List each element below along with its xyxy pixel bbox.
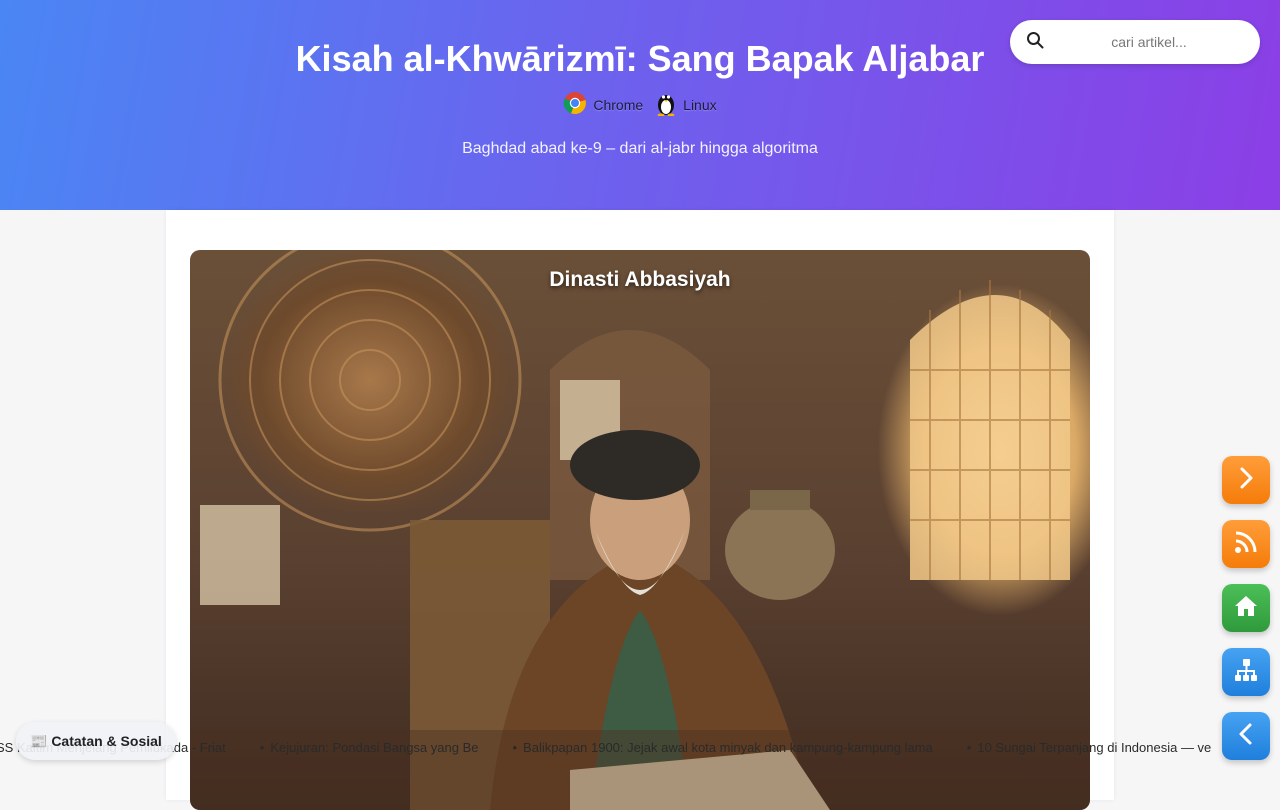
- search-icon[interactable]: [1026, 31, 1044, 54]
- env-chrome-label: Chrome: [593, 96, 644, 113]
- ticker-item[interactable]: • 10 Sungai Terpanjang di Indonesia — ve: [967, 740, 1212, 755]
- next-button[interactable]: [1222, 456, 1270, 504]
- home-icon: [1233, 594, 1259, 623]
- hero-caption: Dinasti Abbasiyah: [549, 268, 731, 291]
- rss-button[interactable]: [1222, 520, 1270, 568]
- news-ticker: SS Kaltim Menjelang Pemilukada - Friat •…: [0, 734, 1280, 760]
- page-subtitle: Baghdad abad ke-9 – dari al-jabr hingga …: [462, 140, 818, 157]
- hero-illustration: [190, 250, 1090, 810]
- search-input[interactable]: [1054, 33, 1244, 51]
- linux-tux-icon: [655, 90, 677, 119]
- page-header: Kisah al-Khwārizmī: Sang Bapak Aljabar C…: [0, 0, 1280, 210]
- environment-badges: Chrome Linux: [0, 90, 1280, 119]
- ticker-item[interactable]: • Balikpapan 1900: Jejak awal kota minyak…: [512, 740, 932, 755]
- ticker-item[interactable]: • Kejujuran: Pondasi Bangsa yang Be: [260, 740, 479, 755]
- main-content: Dinasti Abbasiyah: [166, 210, 1114, 810]
- env-linux: Linux: [655, 90, 717, 119]
- hero-image: Dinasti Abbasiyah: [190, 250, 1090, 810]
- env-linux-label: Linux: [683, 96, 717, 113]
- home-button[interactable]: [1222, 584, 1270, 632]
- rss-icon: [1233, 529, 1259, 560]
- sitemap-icon: [1233, 657, 1259, 688]
- env-chrome: Chrome: [563, 91, 643, 118]
- sitemap-button[interactable]: [1222, 648, 1270, 696]
- chevron-right-icon: [1234, 466, 1258, 495]
- search-box[interactable]: [1010, 20, 1260, 64]
- ticker-label-pill[interactable]: 📰 Catatan & Sosial: [16, 722, 176, 760]
- chrome-icon: [563, 91, 587, 118]
